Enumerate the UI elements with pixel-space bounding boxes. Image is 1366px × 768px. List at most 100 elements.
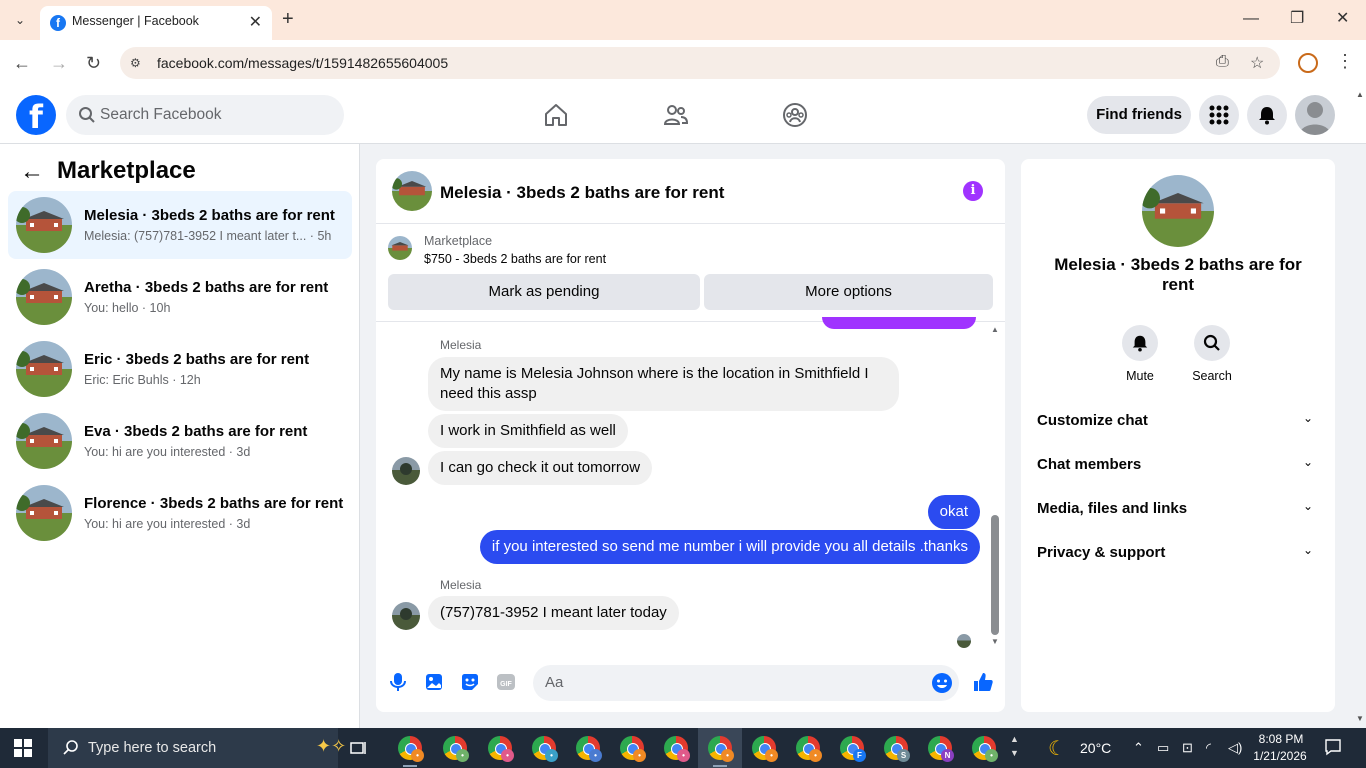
home-icon[interactable] [543,102,569,128]
chrome-app-icon[interactable]: • [708,736,734,762]
tab-search-chevron-icon[interactable]: ⌄ [8,9,32,31]
incoming-message[interactable]: I work in Smithfield as well [428,414,628,448]
listing-title[interactable]: $750 - 3beds 2 baths are for rent [424,252,606,266]
install-app-icon[interactable]: ⎙ [1216,53,1229,71]
clock-time[interactable]: 8:08 PM [1256,732,1306,746]
device-icon[interactable]: ⊡ [1182,740,1193,756]
scroll-down-icon[interactable]: ▼ [991,637,999,646]
browser-tab-messenger[interactable]: f Messenger | Facebook ✕ [40,6,272,40]
volume-icon[interactable]: ◁) [1228,740,1242,756]
back-icon[interactable]: ← [13,52,31,74]
taskbar-overflow-chevron-icon[interactable]: ▲ ▼ [1010,732,1019,760]
show-hidden-icons-icon[interactable]: ⌃ [1133,740,1144,756]
mark-as-pending-button[interactable]: Mark as pending [388,274,700,310]
chrome-app-icon[interactable]: • [576,736,602,762]
chrome-app-icon[interactable]: • [398,736,424,762]
chrome-app-icon[interactable]: F [840,736,866,762]
address-bar[interactable]: ⚙ facebook.com/messages/t/15914826556040… [120,47,1280,79]
chrome-app-icon[interactable]: • [972,736,998,762]
temperature-text[interactable]: 20°C [1080,740,1111,756]
chrome-app-icon[interactable]: N [928,736,954,762]
windows-start-icon[interactable] [14,739,32,757]
like-thumb-icon[interactable] [972,671,994,693]
conversation-item[interactable]: Florence · 3beds 2 baths are for rent Yo… [8,479,352,547]
details-avatar[interactable] [1142,175,1214,247]
microphone-icon[interactable] [387,671,409,693]
scroll-up-icon[interactable]: ▲ [991,325,999,334]
close-window-icon[interactable]: ✕ [1336,8,1349,30]
search-placeholder: Search Facebook [100,106,222,123]
task-view-icon[interactable] [350,739,368,757]
chrome-app-icon[interactable]: • [443,736,469,762]
minimize-icon[interactable]: — [1243,8,1259,30]
outgoing-message[interactable]: if you interested so send me number i wi… [479,530,980,564]
chat-title[interactable]: Melesia · 3beds 2 baths are for rent [440,183,724,203]
bookmark-star-icon[interactable]: ☆ [1250,53,1264,73]
chrome-app-icon[interactable]: • [488,736,514,762]
reload-icon[interactable]: ↻ [86,52,101,74]
sidebar-title: Marketplace [57,157,196,184]
more-options-button[interactable]: More options [704,274,993,310]
incoming-message[interactable]: I can go check it out tomorrow [428,451,653,485]
site-info-icon[interactable]: ⚙ [130,55,146,71]
customize-chat-section[interactable]: Customize chat ⌄ [1037,403,1319,439]
chrome-app-icon[interactable]: • [532,736,558,762]
chrome-app-icon[interactable]: • [796,736,822,762]
copilot-sparkle-icon[interactable]: ✦✧ [316,736,346,757]
sender-avatar[interactable] [392,602,420,630]
menu-grid-button[interactable] [1199,95,1239,135]
sender-avatar[interactable] [392,457,420,485]
restore-icon[interactable]: ❐ [1290,8,1304,30]
privacy-support-section[interactable]: Privacy & support ⌄ [1037,535,1319,571]
incoming-message[interactable]: My name is Melesia Johnson where is the … [428,357,899,411]
friends-icon[interactable] [663,102,689,128]
chrome-app-icon[interactable]: • [620,736,646,762]
outgoing-message[interactable]: okat [927,495,980,529]
notification-center-icon[interactable] [1324,738,1342,756]
message-scrollbar[interactable]: ▲ ▼ [989,325,1001,649]
emoji-icon[interactable] [931,672,953,694]
chrome-app-icon[interactable]: S [884,736,910,762]
clock-date[interactable]: 1/21/2026 [1250,749,1310,763]
photo-icon[interactable] [423,671,445,693]
chat-members-section[interactable]: Chat members ⌄ [1037,447,1319,483]
gif-icon[interactable]: GIF [495,671,517,693]
search-in-conversation-button[interactable]: Search [1182,325,1242,383]
moon-weather-icon[interactable]: ☾ [1048,736,1066,761]
close-tab-icon[interactable]: ✕ [249,12,262,32]
battery-icon[interactable]: ▭ [1157,740,1169,756]
read-receipt-avatar [957,634,971,648]
info-icon[interactable]: i [963,181,983,201]
incoming-message[interactable]: (757)781-3952 I meant later today [428,596,679,630]
conversation-preview: You: hi are you interested · 3d [84,445,251,459]
taskbar-search-box[interactable]: Type here to search ✦✧ [48,728,346,768]
wifi-icon[interactable]: ◜ [1206,740,1211,756]
facebook-search-input[interactable]: Search Facebook [66,95,344,135]
find-friends-button[interactable]: Find friends [1087,96,1191,134]
account-avatar[interactable] [1295,95,1335,135]
groups-icon[interactable] [782,102,808,128]
browser-menu-icon[interactable]: ⋮ [1336,51,1354,72]
conversation-item[interactable]: Eric · 3beds 2 baths are for rent Eric: … [8,335,352,403]
chat-avatar[interactable] [392,171,432,211]
forward-icon[interactable]: → [50,52,68,74]
scroll-thumb[interactable] [991,515,999,635]
chrome-app-icon[interactable]: • [752,736,778,762]
media-files-links-section[interactable]: Media, files and links ⌄ [1037,491,1319,527]
new-tab-icon[interactable]: + [282,8,294,30]
conversation-item[interactable]: Melesia · 3beds 2 baths are for rent Mel… [8,191,352,259]
listing-thumbnail[interactable] [388,236,412,260]
message-input[interactable]: Aa [533,665,959,701]
page-scroll-up-icon[interactable]: ▲ [1356,90,1364,99]
browser-profile-icon[interactable] [1298,53,1318,73]
page-scroll-down-icon[interactable]: ▼ [1356,714,1364,723]
url-text[interactable]: facebook.com/messages/t/1591482655604005 [157,55,448,71]
facebook-logo-icon[interactable]: f [16,95,56,136]
conversation-item[interactable]: Eva · 3beds 2 baths are for rent You: hi… [8,407,352,475]
notifications-button[interactable] [1247,95,1287,135]
chrome-app-icon[interactable]: • [664,736,690,762]
mute-button[interactable]: Mute [1110,325,1170,383]
back-arrow-icon[interactable]: ← [20,158,44,186]
sticker-icon[interactable] [459,671,481,693]
conversation-item[interactable]: Aretha · 3beds 2 baths are for rent You:… [8,263,352,331]
